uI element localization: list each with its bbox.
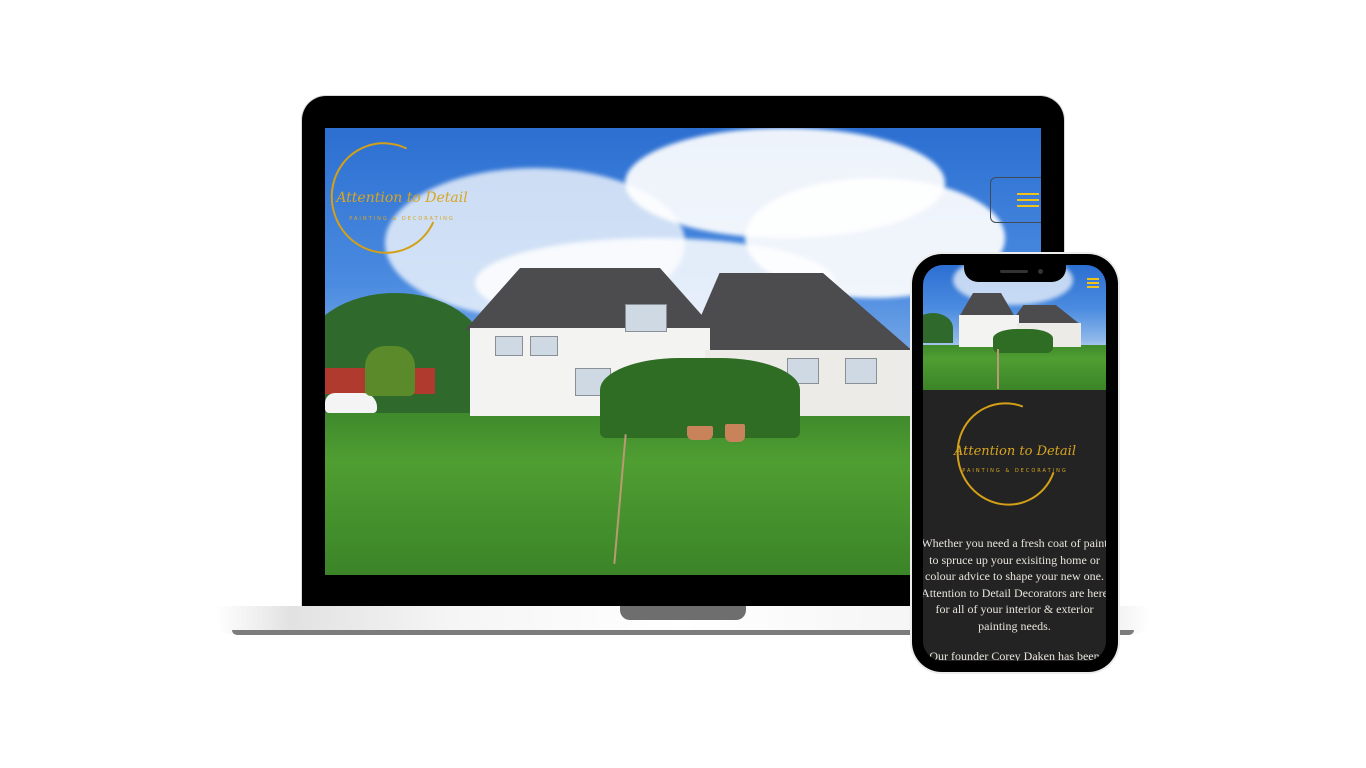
nav-menu-button[interactable] (990, 177, 1041, 223)
phone-screen: Attention to Detail PAINTING & DECORATIN… (923, 265, 1106, 661)
laptop-hinge-notch (620, 606, 746, 620)
intro-paragraph: Whether you need a fresh coat of paint t… (923, 536, 1106, 633)
car (325, 393, 377, 413)
phone-intro-section: Attention to Detail PAINTING & DECORATIN… (923, 385, 1106, 661)
logo-script-text: Attention to Detail (954, 444, 1076, 459)
phone-site-logo[interactable]: Attention to Detail PAINTING & DECORATIN… (939, 385, 1085, 523)
logo-script-text: Attention to Detail (336, 190, 468, 206)
logo-tagline: PAINTING & DECORATING (962, 468, 1068, 474)
phone-camera (1038, 269, 1043, 274)
phone-speaker (1000, 270, 1028, 273)
window (625, 304, 667, 332)
plant-pot (687, 426, 713, 440)
window (495, 336, 523, 356)
window (845, 358, 877, 384)
tree (365, 346, 415, 396)
plant-pot (725, 424, 745, 442)
window (530, 336, 558, 356)
phone-hero-image (923, 265, 1106, 390)
second-paragraph: Our founder Corey Daken has been (929, 649, 1100, 661)
phone-notch (964, 264, 1066, 282)
site-logo[interactable]: Attention to Detail PAINTING & DECORATIN… (325, 128, 477, 270)
logo-tagline: PAINTING & DECORATING (349, 216, 455, 222)
phone-nav-menu-button[interactable] (1087, 277, 1101, 289)
phone-mockup: Attention to Detail PAINTING & DECORATIN… (912, 254, 1118, 672)
